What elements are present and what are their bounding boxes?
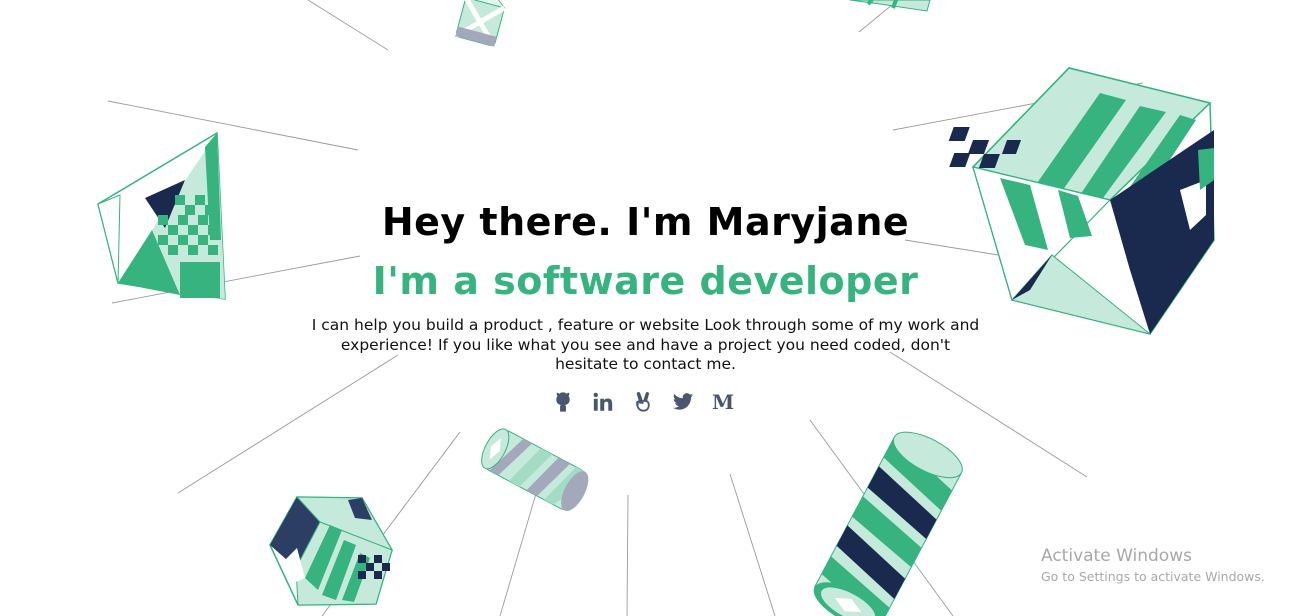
angellist-icon: [636, 392, 650, 412]
github-icon: [556, 392, 570, 412]
angellist-link[interactable]: [632, 389, 654, 415]
radiating-lines: [107, 0, 1144, 616]
hero-section: Hey there. I'm Maryjane I'm a software d…: [0, 0, 1291, 616]
gift-box-left: [97, 131, 226, 300]
github-link[interactable]: [552, 389, 574, 415]
watermark-title: Activate Windows: [1041, 546, 1192, 566]
activate-windows-watermark: Activate Windows Go to Settings to activ…: [1041, 545, 1265, 587]
gift-cylinder-middle: [481, 428, 589, 512]
medium-icon: M: [711, 390, 735, 414]
gift-box-right: [948, 67, 1215, 335]
gift-box-top: [454, 0, 506, 48]
social-links: M: [552, 389, 742, 417]
twitter-link[interactable]: [672, 389, 694, 415]
linkedin-icon: [593, 392, 613, 411]
gift-box-bottom-left: [269, 496, 394, 606]
medium-link[interactable]: M: [712, 389, 734, 415]
gift-cylinder-right: [813, 431, 963, 616]
decorative-background: [97, 0, 1215, 616]
linkedin-link[interactable]: [592, 389, 614, 415]
watermark-subtitle: Go to Settings to activate Windows.: [1041, 569, 1265, 584]
gift-box-top-right: [849, 0, 931, 12]
twitter-icon: [672, 393, 694, 410]
